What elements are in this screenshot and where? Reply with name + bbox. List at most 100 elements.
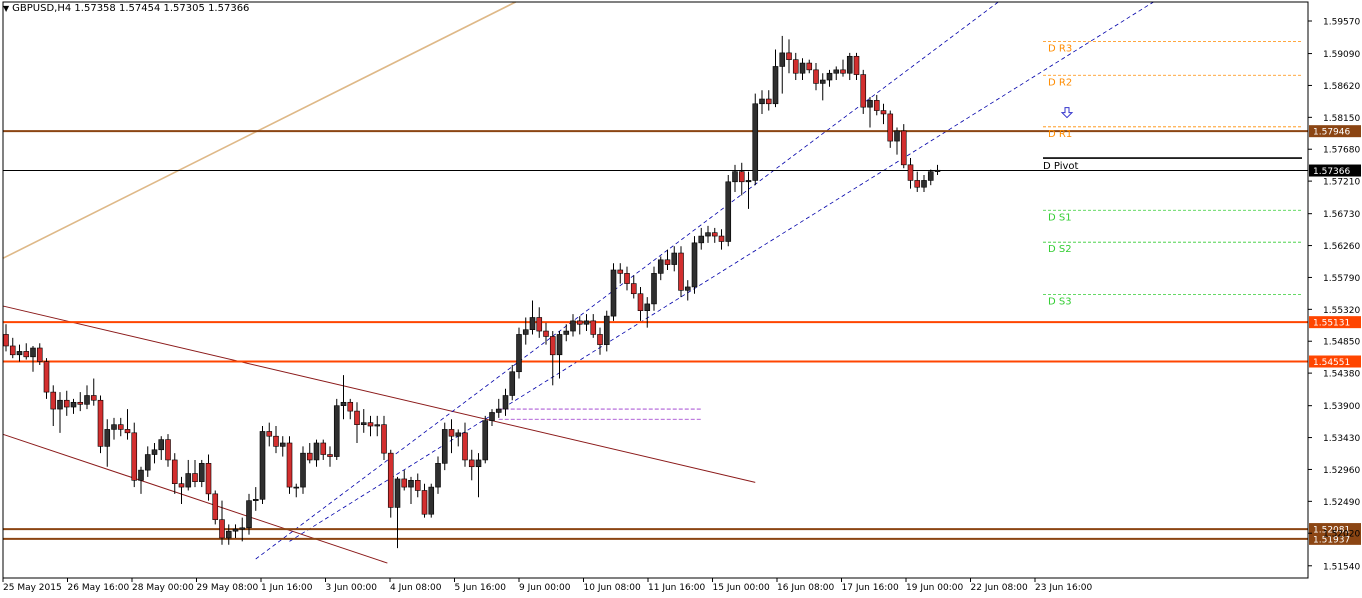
candle-body <box>30 347 36 358</box>
candle-body <box>441 429 448 464</box>
symbol-label: GBPUSD,H4 <box>12 3 72 14</box>
y-tick-label: 1.56730 <box>1323 210 1360 220</box>
candle-body <box>144 454 151 471</box>
candle-body <box>522 329 529 335</box>
candle-body <box>232 528 239 532</box>
candle-body <box>509 371 516 396</box>
candle-body <box>786 52 792 60</box>
candle-body <box>387 452 394 508</box>
candle-body <box>630 283 637 295</box>
candle-body <box>549 336 556 356</box>
candle-body <box>657 259 664 274</box>
candle-body <box>732 171 738 183</box>
x-tick-label: 3 Jun 00:00 <box>326 583 378 593</box>
candle-body <box>563 330 570 335</box>
candle-body <box>765 98 772 105</box>
candle-body <box>583 320 590 325</box>
x-tick-label: 15 Jun 00:00 <box>713 583 770 593</box>
candle-body <box>198 463 205 482</box>
candle-body <box>772 66 779 105</box>
chart: 1.57946 1.57366 1.55131 1.54551 1.52081 1.519… <box>0 0 1362 594</box>
x-tick-label: 11 Jun 16:00 <box>648 583 705 593</box>
candle-body <box>219 519 225 539</box>
candle-body <box>367 422 374 427</box>
candle-body <box>462 432 468 461</box>
x-tick-label: 17 Jun 16:00 <box>842 583 899 593</box>
candle-body <box>70 401 77 408</box>
candle-body <box>927 171 934 181</box>
candle-body <box>516 334 522 373</box>
y-tick-label: 1.59570 <box>1323 17 1360 27</box>
x-tick-label: 26 May 16:00 <box>68 583 130 593</box>
candle-body <box>50 391 57 410</box>
x-tick-label: 19 Jun 00:00 <box>906 583 963 593</box>
candle-body <box>138 469 144 481</box>
candle-body <box>853 55 860 75</box>
candle-body <box>347 401 354 412</box>
candle-body <box>921 180 927 188</box>
candle-body <box>84 395 90 405</box>
candle-body <box>435 463 441 488</box>
candle-body <box>705 232 711 237</box>
candle-body <box>394 478 401 508</box>
candle-body <box>813 69 819 84</box>
candle-body <box>3 334 9 347</box>
candle-body <box>414 480 421 491</box>
x-tick-label: 22 Jun 08:00 <box>971 583 1028 593</box>
candle-body <box>327 454 333 457</box>
candle-body <box>374 424 381 427</box>
candle-body <box>880 110 887 115</box>
y-tick-label: 1.52020 <box>1323 530 1360 540</box>
candle-body <box>799 62 806 74</box>
candle-body <box>313 442 320 461</box>
candle-body <box>117 424 124 430</box>
candle-body <box>16 351 23 356</box>
candle-body <box>678 252 684 291</box>
candle-body <box>489 412 495 421</box>
candle-body <box>320 442 327 455</box>
candle-body <box>225 530 232 539</box>
candle-body <box>475 459 482 468</box>
y-tick-label: 1.56260 <box>1323 242 1360 252</box>
candle-body <box>745 180 752 183</box>
candle-body <box>914 180 921 188</box>
candle-body <box>698 235 705 244</box>
candle-body <box>792 59 799 74</box>
candle-body <box>603 315 610 345</box>
candle-body <box>401 478 408 488</box>
x-tick-label: 25 May 2015 <box>3 583 62 593</box>
candle-body <box>151 449 158 455</box>
candle-body <box>178 483 185 488</box>
candle-body <box>873 100 880 111</box>
candle-body <box>840 69 846 74</box>
x-tick-label: 10 Jun 08:00 <box>584 583 641 593</box>
candle-body <box>428 486 435 515</box>
collapse-triangle-icon[interactable]: ▼ <box>3 4 9 13</box>
candle-body <box>867 100 873 108</box>
y-tick-label: 1.55790 <box>1323 274 1360 284</box>
y-tick-label: 1.52960 <box>1323 466 1360 476</box>
candle-body <box>273 435 279 447</box>
x-tick-label: 29 May 08:00 <box>197 583 259 593</box>
candle-body <box>684 286 691 291</box>
y-tick-label: 1.54380 <box>1323 370 1360 380</box>
pivot-label: D S2 <box>1048 244 1072 255</box>
candle-body <box>738 171 745 183</box>
y-tick-label: 1.52490 <box>1323 498 1360 508</box>
candle-body <box>259 431 266 500</box>
candle-body <box>36 347 43 362</box>
y-tick-label: 1.53900 <box>1323 402 1360 412</box>
x-tick-label: 23 Jun 16:00 <box>1035 583 1092 593</box>
candle-body <box>576 320 583 325</box>
candle-body <box>300 452 306 488</box>
x-tick-label: 9 Jun 00:00 <box>519 583 571 593</box>
candle-body <box>637 293 644 311</box>
candle-body <box>556 334 563 356</box>
candle-body <box>333 405 340 457</box>
x-tick-label: 28 May 00:00 <box>132 583 194 593</box>
x-tick-label: 1 Jun 16:00 <box>261 583 313 593</box>
candle-body <box>617 269 624 274</box>
candle-body <box>57 399 63 410</box>
y-tick-label: 1.57210 <box>1323 178 1360 188</box>
price-tag-label: 1.57366 <box>1313 167 1350 177</box>
